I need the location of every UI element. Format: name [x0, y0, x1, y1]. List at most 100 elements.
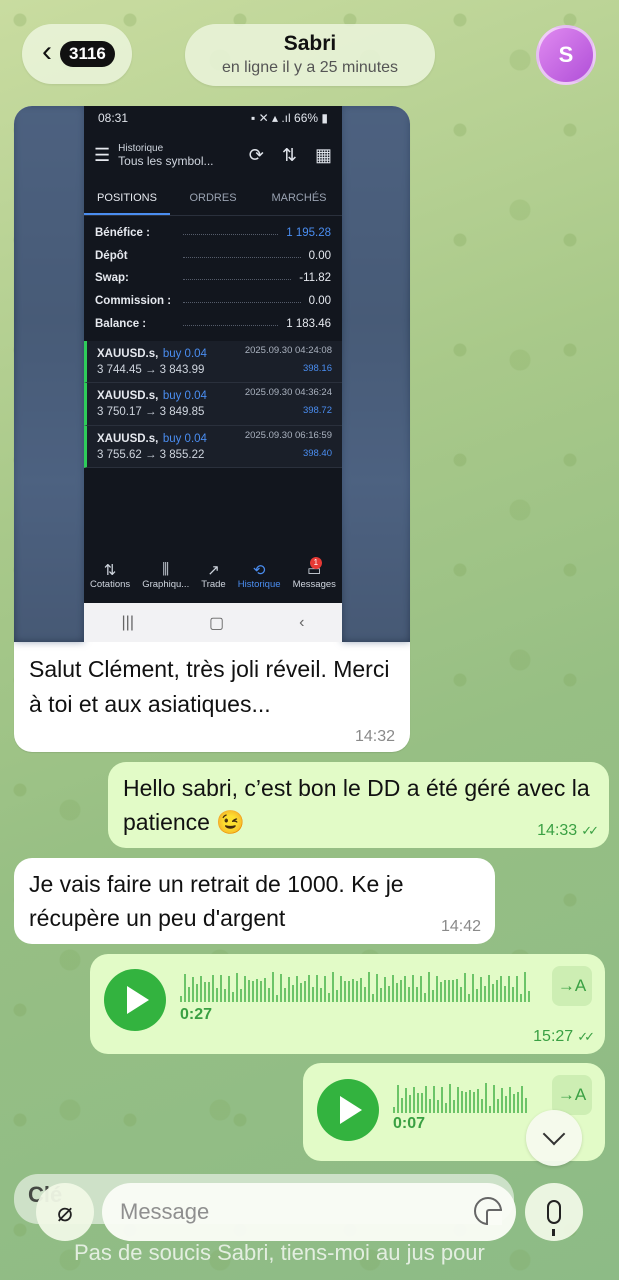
waveform-bar — [448, 979, 450, 1002]
waveform-bar — [405, 1088, 407, 1113]
waveform-bar — [248, 980, 250, 1002]
waveform-bar — [432, 990, 434, 1002]
waveform-bar — [421, 1092, 423, 1113]
waveform-bar — [368, 972, 370, 1002]
waveform-bar — [256, 978, 258, 1002]
voice-message-bubble[interactable]: 0:27 →A 15:27 ✓✓ — [90, 954, 605, 1054]
play-button[interactable] — [104, 969, 166, 1031]
waveform-bar — [388, 985, 390, 1002]
chevron-left-icon: ‹ — [42, 35, 52, 68]
waveform-bar — [521, 1086, 523, 1113]
waveform-bar — [320, 988, 322, 1002]
waveform-bar — [509, 1086, 511, 1113]
waveform-bar — [465, 1092, 467, 1113]
waveform-bar — [308, 975, 310, 1002]
chart-icon: ⫼ — [162, 561, 170, 578]
waveform-bar — [393, 1107, 395, 1113]
transcribe-button[interactable]: →A — [552, 1075, 592, 1115]
history-icon: ⟲ — [252, 562, 266, 579]
waveform-bar — [460, 986, 462, 1002]
back-button[interactable]: ‹ 3116 — [22, 24, 132, 84]
waveform-bar — [336, 989, 338, 1002]
waveform-bar — [520, 993, 522, 1002]
waveform-bar — [220, 974, 222, 1002]
photo-caption: Salut Clément, très joli réveil. Merci à… — [29, 656, 390, 717]
waveform-bar — [416, 987, 418, 1002]
message-input[interactable]: Message — [102, 1183, 516, 1241]
waveform-bar — [516, 976, 518, 1002]
tab-ordres: ORDRES — [189, 192, 237, 204]
scroll-down-button[interactable] — [526, 1110, 582, 1166]
photo-message-bubble[interactable]: 08:31 ▪ ✕ ▴ .ıl 66% ▮ ☰ Historique Tous … — [14, 106, 410, 752]
sticker-icon[interactable] — [474, 1197, 502, 1225]
voice-duration: 0:27 — [180, 1006, 213, 1023]
read-ticks-icon: ✓✓ — [577, 1029, 595, 1044]
waveform-bar — [264, 977, 266, 1002]
incoming-message-bubble[interactable]: Je vais faire un retrait de 1000. Ke je … — [14, 858, 495, 944]
waveform-bar — [224, 989, 226, 1002]
unread-count-badge: 3116 — [60, 41, 115, 67]
waveform-bar — [340, 976, 342, 1002]
waveform-bar — [288, 977, 290, 1002]
message-time: 14:33 ✓✓ — [537, 822, 599, 839]
play-icon — [127, 986, 149, 1014]
waveform-bar — [453, 1099, 455, 1113]
waveform-bar — [180, 996, 182, 1002]
app-toolbar: ☰ Historique Tous les symbol... ⟳ ⇅ ▦ — [94, 142, 332, 168]
waveform-bar — [392, 975, 394, 1002]
waveform-bar — [228, 976, 230, 1002]
waveform-bar — [440, 981, 442, 1002]
waveform-bar — [412, 975, 414, 1002]
attach-button[interactable]: ⌀ — [36, 1183, 94, 1241]
waveform-bar — [397, 1085, 399, 1113]
play-button[interactable] — [317, 1079, 379, 1141]
quotes-icon: ⇅ — [103, 562, 117, 579]
voice-waveform[interactable] — [180, 972, 530, 1002]
outgoing-message-bubble[interactable]: Hello sabri, c’est bon le DD a été géré … — [108, 762, 609, 848]
waveform-bar — [324, 976, 326, 1002]
avatar[interactable]: S — [536, 25, 596, 85]
waveform-bar — [208, 981, 210, 1002]
waveform-bar — [468, 993, 470, 1002]
photo-attachment[interactable]: 08:31 ▪ ✕ ▴ .ıl 66% ▮ ☰ Historique Tous … — [14, 106, 410, 642]
waveform-bar — [513, 1093, 515, 1113]
voice-waveform[interactable] — [393, 1083, 527, 1113]
contact-info-button[interactable]: Sabri en ligne il y a 25 minutes — [185, 24, 435, 86]
waveform-bar — [408, 986, 410, 1002]
waveform-bar — [280, 974, 282, 1002]
waveform-bar — [192, 977, 194, 1002]
waveform-bar — [436, 975, 438, 1002]
waveform-bar — [364, 987, 366, 1002]
waveform-bar — [501, 1088, 503, 1113]
voice-duration: 0:07 — [393, 1115, 426, 1132]
voice-record-button[interactable] — [525, 1183, 583, 1241]
waveform-bar — [472, 974, 474, 1002]
waveform-bar — [216, 988, 218, 1002]
waveform-bar — [525, 1098, 527, 1113]
phone-status-bar: 08:31 ▪ ✕ ▴ .ıl 66% ▮ — [98, 111, 328, 125]
play-icon — [340, 1096, 362, 1124]
waveform-bar — [200, 976, 202, 1002]
waveform-bar — [400, 980, 402, 1002]
transcribe-button[interactable]: →A — [552, 966, 592, 1006]
waveform-bar — [452, 980, 454, 1002]
waveform-bar — [485, 1083, 487, 1113]
waveform-bar — [296, 975, 298, 1002]
menu-icon: ☰ — [94, 144, 111, 165]
waveform-bar — [196, 984, 198, 1002]
waveform-bar — [456, 978, 458, 1002]
waveform-bar — [344, 980, 346, 1002]
waveform-bar — [493, 1085, 495, 1113]
account-summary: Bénéfice :1 195.28 Dépôt 0.00 Swap: -11.82… — [95, 227, 331, 330]
waveform-bar — [473, 1092, 475, 1113]
waveform-bar — [424, 993, 426, 1002]
waveform-bar — [312, 987, 314, 1002]
waveform-bar — [496, 979, 498, 1002]
waveform-bar — [429, 1099, 431, 1113]
waveform-bar — [437, 1100, 439, 1113]
trading-app-screenshot: 08:31 ▪ ✕ ▴ .ıl 66% ▮ ☰ Historique Tous … — [84, 106, 342, 642]
waveform-bar — [304, 981, 306, 1002]
waveform-bar — [497, 1098, 499, 1113]
waveform-bar — [300, 982, 302, 1002]
waveform-bar — [488, 974, 490, 1002]
